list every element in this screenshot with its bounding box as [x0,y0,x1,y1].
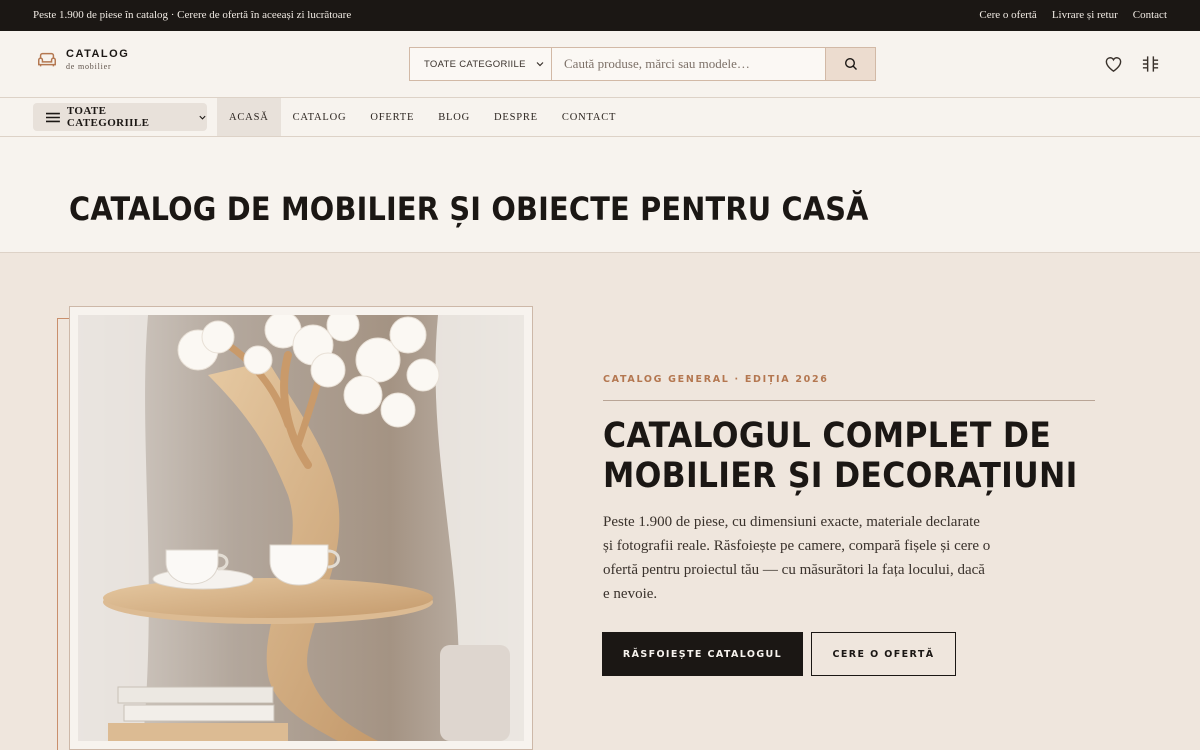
logo-name: CATALOG [66,48,130,60]
main-navigation: TOATE CATEGORIILE ACASĂ CATALOG OFERTE B… [0,98,1200,137]
site-logo[interactable]: CATALOG de mobilier [36,49,129,71]
search-category-value: TOATE CATEGORIILE [424,58,526,70]
chevron-down-icon [536,62,544,67]
compare-icon[interactable] [1141,55,1160,73]
nav-item-about[interactable]: DESPRE [482,98,550,136]
site-header: CATALOG de mobilier TOATE CATEGORIILE [0,31,1200,98]
chevron-down-icon [199,115,206,120]
search-category-select[interactable]: TOATE CATEGORIILE [410,48,552,80]
nav-item-contact[interactable]: CONTACT [550,98,628,136]
search-input[interactable] [552,48,825,80]
search-icon [844,57,857,70]
side-table-illustration [78,315,524,741]
hero-title: CATALOGUL COMPLET DE MOBILIER ȘI DECORAȚ… [603,416,1107,496]
nav-item-offers[interactable]: OFERTE [358,98,426,136]
request-offer-button[interactable]: CERE O OFERTĂ [811,632,956,676]
heart-icon[interactable] [1104,55,1123,73]
hero-divider [603,400,1095,401]
sofa-icon [38,52,56,67]
menu-icon [46,112,60,122]
top-link-offer[interactable]: Cere o ofertă [979,9,1036,21]
hero-title-line: MOBILIER ȘI DECORAȚIUNI [603,456,1078,496]
hero-image [78,315,524,741]
nav-links: ACASĂ CATALOG OFERTE BLOG DESPRE CONTACT [217,98,628,136]
hero-description: Peste 1.900 de piese, cu dimensiuni exac… [603,514,991,602]
promo-text: Peste 1.900 de piese în catalog · Cerere… [33,9,352,21]
hero-eyebrow: CATALOG GENERAL · EDIȚIA 2026 [603,374,829,385]
nav-item-blog[interactable]: BLOG [426,98,482,136]
header-actions [1104,55,1160,73]
hero-title-line: CATALOGUL COMPLET DE [603,416,1052,456]
page-title: CATALOG DE MOBILIER ȘI OBIECTE PENTRU CA… [69,190,869,228]
top-link-contact[interactable]: Contact [1133,9,1167,21]
top-link-shipping[interactable]: Livrare și retur [1052,9,1118,21]
logo-tagline: de mobilier [66,62,112,71]
browse-catalog-button[interactable]: RĂSFOIEȘTE CATALOGUL [602,632,803,676]
all-categories-label: TOATE CATEGORIILE [66,105,150,129]
search-button[interactable] [825,48,875,80]
page-title-bar: CATALOG DE MOBILIER ȘI OBIECTE PENTRU CA… [0,137,1200,253]
all-categories-button[interactable]: TOATE CATEGORIILE [33,103,207,131]
top-announcement-bar: Peste 1.900 de piese în catalog · Cerere… [0,0,1200,31]
nav-item-home[interactable]: ACASĂ [217,98,281,136]
search-bar: TOATE CATEGORIILE [409,47,876,81]
nav-item-catalog[interactable]: CATALOG [281,98,359,136]
top-links: Cere o ofertă Livrare și retur Contact [979,9,1167,21]
